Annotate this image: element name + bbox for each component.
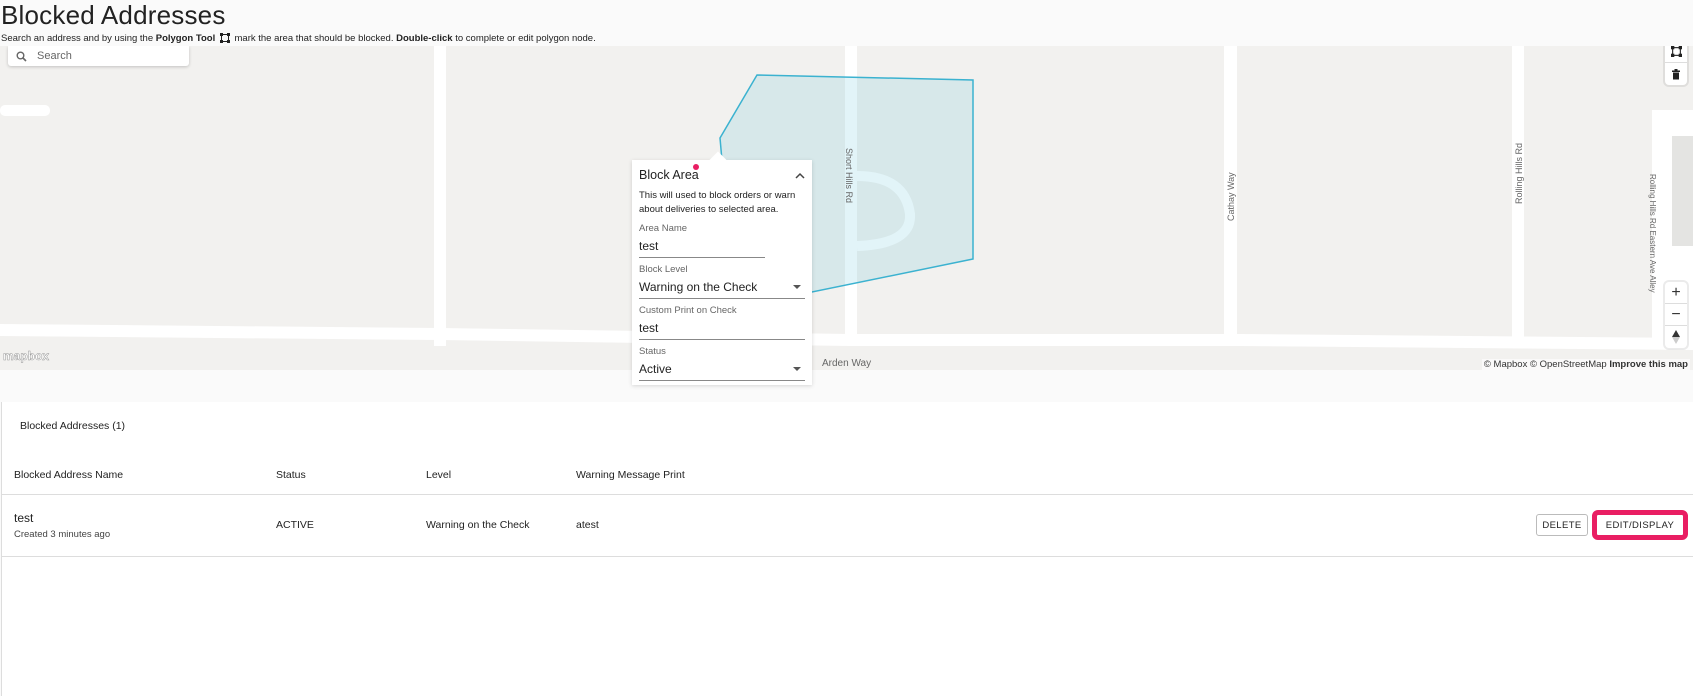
compass-icon — [1672, 330, 1680, 344]
map-attribution: © Mapbox © OpenStreetMap Improve this ma… — [1481, 359, 1690, 370]
street-label-cathay: Cathay Way — [1226, 172, 1236, 221]
table-caption: Blocked Addresses (1) — [20, 420, 126, 432]
mapbox-logo[interactable]: mapbox — [3, 349, 50, 364]
block-area-title: Block Area — [639, 168, 699, 182]
area-name-label: Area Name — [639, 223, 688, 234]
status-field[interactable]: Status Active — [639, 346, 805, 381]
status-select[interactable]: Active — [639, 357, 805, 381]
cell-level: Warning on the Check — [426, 519, 530, 531]
block-area-panel: Block Area This will used to block order… — [632, 151, 812, 385]
cell-status: ACTIVE — [276, 519, 314, 531]
table-header: Blocked Address Name Status Level Warnin… — [2, 463, 1693, 495]
attribution-osm[interactable]: © OpenStreetMap — [1530, 359, 1607, 370]
zoom-out-button[interactable]: − — [1665, 304, 1687, 326]
zoom-controls: + − — [1665, 282, 1687, 348]
draw-controls — [1665, 46, 1687, 85]
instructions-text-1: Search an address and by using the — [1, 33, 154, 44]
map-search-input[interactable] — [37, 50, 177, 62]
column-header-level: Level — [426, 469, 452, 481]
block-area-description: This will used to block orders or warn a… — [639, 190, 796, 215]
cell-name: test Created 3 minutes ago — [14, 511, 110, 540]
column-header-warning: Warning Message Print — [576, 469, 685, 481]
area-name-input[interactable]: test — [639, 234, 765, 258]
street-label-short-hills: Short Hills Rd — [844, 148, 854, 203]
column-header-name: Blocked Address Name — [14, 469, 124, 481]
status-label: Status — [639, 346, 666, 357]
block-level-value: Warning on the Check — [639, 280, 758, 294]
street-label-arden: Arden Way — [822, 358, 871, 369]
custom-print-field[interactable]: Custom Print on Check test — [639, 305, 805, 340]
road-vertical-1 — [434, 46, 446, 346]
polygon-icon — [1670, 46, 1682, 57]
polygon-draw-button[interactable] — [1665, 46, 1687, 63]
instructions-text-2: mark the area that should be blocked. — [234, 33, 394, 44]
row-name: test — [14, 511, 34, 525]
row-created: Created 3 minutes ago — [14, 529, 111, 540]
polygon-tool-label: Polygon Tool — [155, 33, 216, 44]
zoom-in-button[interactable]: + — [1665, 282, 1687, 304]
area-name-field[interactable]: Area Name test — [639, 223, 805, 258]
instructions: Search an address and by using the Polyg… — [1, 33, 596, 44]
table-row: test Created 3 minutes ago ACTIVE Warnin… — [2, 495, 1693, 557]
status-value: Active — [639, 362, 672, 376]
block-level-label: Block Level — [639, 264, 688, 275]
trash-icon — [1672, 68, 1680, 79]
dropdown-caret-icon — [793, 285, 801, 289]
improve-map-link[interactable]: Improve this map — [1609, 359, 1688, 370]
custom-print-label: Custom Print on Check — [639, 305, 737, 316]
map-canvas[interactable]: Short Hills Rd Cathay Way Rolling Hills … — [0, 46, 1693, 370]
chevron-up-icon[interactable] — [795, 172, 805, 179]
polygon-tool-icon — [219, 33, 230, 43]
custom-print-input[interactable]: test — [639, 316, 805, 340]
road-stub — [0, 105, 50, 116]
trash-button[interactable] — [1665, 63, 1687, 85]
cell-warning: atest — [576, 519, 599, 531]
marker-dot — [693, 164, 699, 170]
dropdown-caret-icon — [793, 367, 801, 371]
edit-display-button[interactable]: EDIT/DISPLAY — [1592, 510, 1688, 540]
block-level-field[interactable]: Block Level Warning on the Check — [639, 264, 805, 299]
block-area-header[interactable]: Block Area — [639, 168, 805, 182]
map-search-box[interactable] — [8, 46, 189, 66]
attribution-mapbox[interactable]: © Mapbox — [1484, 359, 1527, 370]
page-title: Blocked Addresses — [1, 0, 226, 30]
search-icon — [16, 51, 27, 62]
delete-button[interactable]: DELETE — [1536, 514, 1588, 536]
building — [1672, 136, 1693, 246]
column-header-status: Status — [276, 469, 306, 481]
map[interactable]: Short Hills Rd Cathay Way Rolling Hills … — [0, 46, 1693, 370]
street-label-rolling-alley: Rolling Hills Rd Eastern Ave Alley — [1648, 174, 1657, 293]
blocked-addresses-table: Blocked Addresses (1) Blocked Address Na… — [1, 402, 1693, 696]
double-click-label: Double-click — [396, 33, 453, 44]
block-level-select[interactable]: Warning on the Check — [639, 275, 805, 299]
instructions-text-3: to complete or edit polygon node. — [455, 33, 596, 44]
area-name-value: test — [639, 239, 659, 253]
custom-print-value: test — [639, 321, 659, 335]
compass-button[interactable] — [1665, 326, 1687, 348]
street-label-rolling-hills: Rolling Hills Rd — [1514, 143, 1524, 204]
